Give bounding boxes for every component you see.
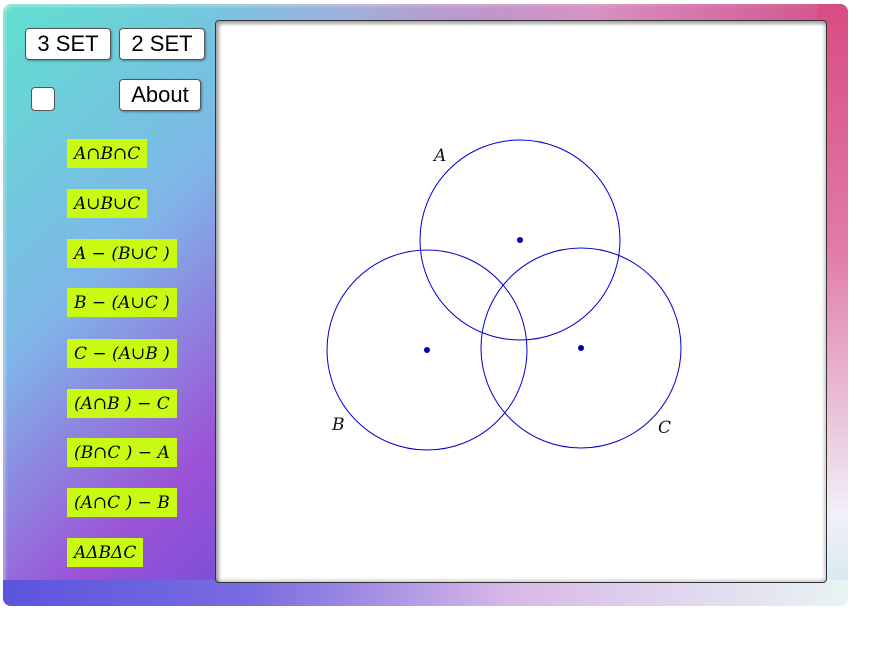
op-a-intersect-b-intersect-c[interactable]: A∩B∩C: [67, 139, 148, 168]
center-point-a[interactable]: [517, 237, 523, 243]
circle-label-b: B: [331, 415, 345, 435]
op-symmetric-difference[interactable]: AΔBΔC: [67, 538, 144, 567]
op-a-union-b-union-c[interactable]: A∪B∪C: [67, 189, 148, 218]
op-a-intersect-c-minus-b[interactable]: (A∩C ) − B: [67, 488, 177, 517]
op-b-intersect-c-minus-a[interactable]: (B∩C ) − A: [67, 438, 177, 467]
venn-canvas[interactable]: A B C: [215, 20, 827, 583]
op-a-intersect-b-minus-c[interactable]: (A∩B ) − C: [67, 389, 177, 418]
frame-bottom-glow: [3, 580, 848, 606]
circle-label-c: C: [658, 418, 671, 438]
op-b-minus-a-union-c[interactable]: B − (A∪C ): [67, 288, 177, 317]
circle-label-a: A: [432, 146, 446, 166]
op-c-minus-a-union-b[interactable]: C − (A∪B ): [67, 339, 177, 368]
about-button[interactable]: About: [119, 79, 201, 111]
venn-diagram: A B C: [326, 139, 682, 451]
two-set-button[interactable]: 2 SET: [119, 28, 205, 60]
toggle-checkbox[interactable]: [31, 87, 55, 111]
center-point-b[interactable]: [424, 347, 430, 353]
three-set-button[interactable]: 3 SET: [25, 28, 111, 60]
op-a-minus-b-union-c[interactable]: A − (B∪C ): [67, 239, 177, 268]
center-point-c[interactable]: [578, 345, 584, 351]
